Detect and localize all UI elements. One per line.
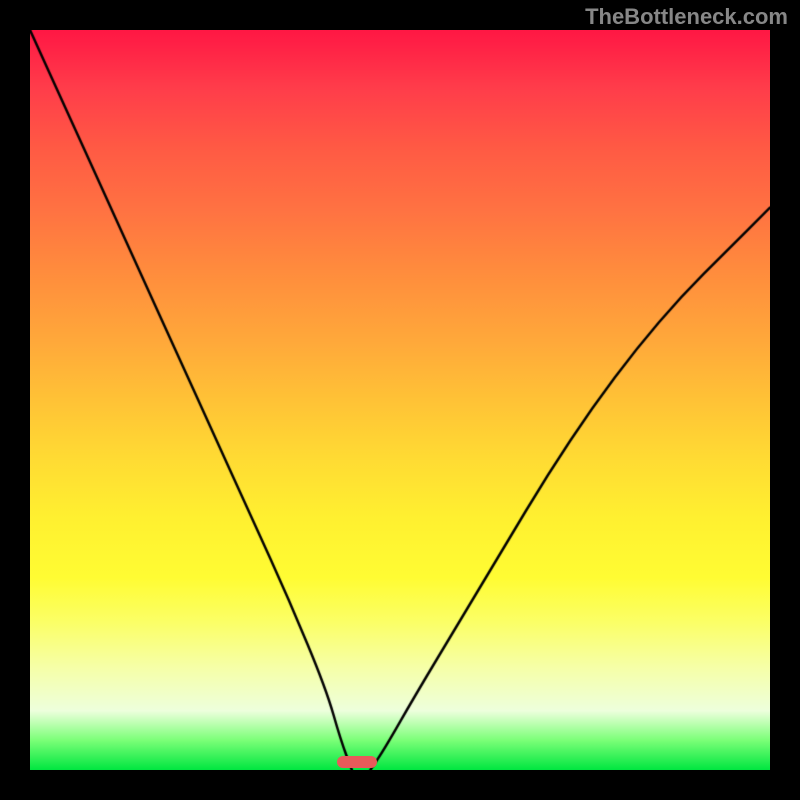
watermark-text: TheBottleneck.com	[585, 4, 788, 30]
chart-curve	[30, 30, 770, 770]
chart-minimum-marker	[337, 756, 377, 768]
chart-plot-area	[30, 30, 770, 770]
